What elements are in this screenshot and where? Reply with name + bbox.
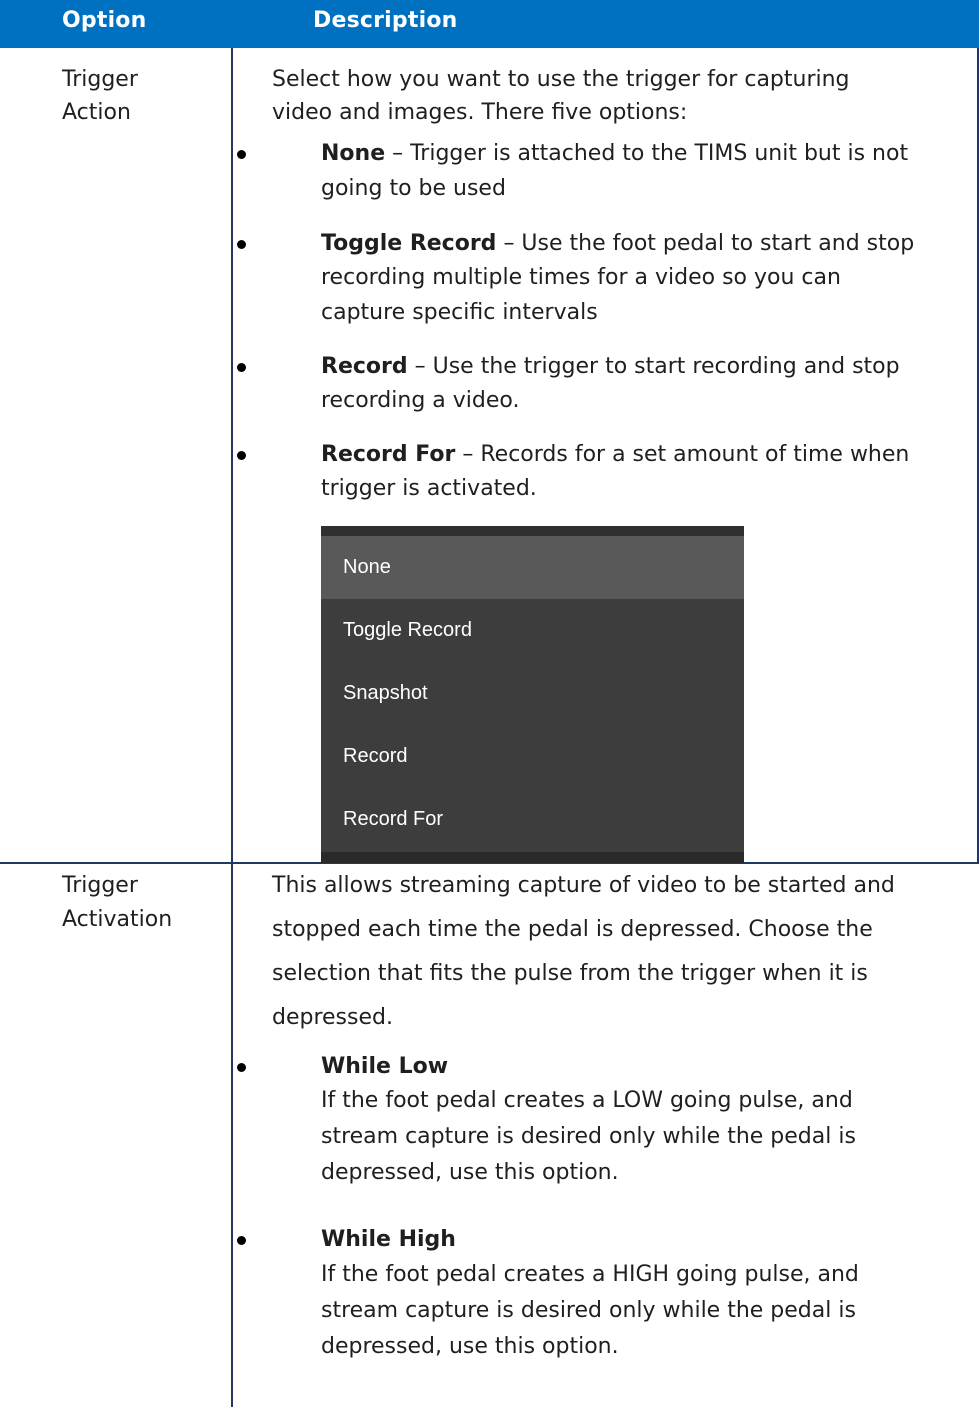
bullet-description: depressed, use this option. xyxy=(321,1160,619,1185)
menu-item-toggle-record[interactable]: Toggle Record xyxy=(321,599,744,662)
bullet-term: Record xyxy=(321,354,408,379)
option-label-line1: Trigger xyxy=(62,67,138,92)
bullet-description: depressed, use this option. xyxy=(321,1334,619,1359)
bullet-description: trigger is activated. xyxy=(321,476,537,501)
menu-item-none[interactable]: None xyxy=(321,536,744,599)
bullet-description: stream capture is desired only while the… xyxy=(321,1124,856,1149)
trigger-action-dropdown-menu: None Toggle Record Snapshot Record Recor… xyxy=(321,526,744,863)
bullet-icon xyxy=(237,451,246,460)
bullet-description: capture specific intervals xyxy=(321,300,598,325)
bullet-icon xyxy=(237,150,246,159)
bullet-term: Record For xyxy=(321,442,456,467)
bullet-description: stream capture is desired only while the… xyxy=(321,1298,856,1323)
bullet-icon xyxy=(237,1063,246,1072)
bullet-description: If the foot pedal creates a HIGH going p… xyxy=(321,1262,859,1287)
table-header: Option Description xyxy=(0,0,979,48)
menu-item-snapshot[interactable]: Snapshot xyxy=(321,662,744,725)
bullet-item-none: None – Trigger is attached to the TIMS u… xyxy=(321,138,961,170)
header-option: Option xyxy=(62,8,147,33)
description-text: selection that fits the pulse from the t… xyxy=(272,961,868,986)
menu-bottom-bar xyxy=(321,852,744,863)
bullet-description: recording multiple times for a video so … xyxy=(321,265,841,290)
bullet-term: None xyxy=(321,141,386,166)
option-label-line1: Trigger xyxy=(62,873,138,898)
description-text: This allows streaming capture of video t… xyxy=(272,873,895,898)
bullet-item-while-high: While High xyxy=(321,1224,961,1256)
bullet-item-while-low: While Low xyxy=(321,1051,961,1083)
column-divider xyxy=(231,48,233,1407)
bullet-item-record: Record – Use the trigger to start record… xyxy=(321,351,961,383)
description-text: video and images. There five options: xyxy=(272,100,688,125)
bullet-item-toggle-record: Toggle Record – Use the foot pedal to st… xyxy=(321,228,961,260)
bullet-icon xyxy=(237,240,246,249)
bullet-description: – Use the trigger to start recording and… xyxy=(414,354,900,379)
bullet-description: – Trigger is attached to the TIMS unit b… xyxy=(392,141,909,166)
bullet-term: While Low xyxy=(321,1054,449,1079)
bullet-icon xyxy=(237,363,246,372)
header-description: Description xyxy=(313,8,458,33)
bullet-description: going to be used xyxy=(321,176,506,201)
options-table: Option Description Trigger Action Select… xyxy=(0,0,979,1407)
bullet-term: While High xyxy=(321,1227,456,1252)
bullet-description: If the foot pedal creates a LOW going pu… xyxy=(321,1088,853,1113)
description-text: Select how you want to use the trigger f… xyxy=(272,67,850,92)
menu-item-record[interactable]: Record xyxy=(321,725,744,788)
bullet-description: recording a video. xyxy=(321,388,520,413)
option-label-line2: Activation xyxy=(62,907,173,932)
bullet-description: – Records for a set amount of time when xyxy=(462,442,910,467)
bullet-icon xyxy=(237,1236,246,1245)
description-text: stopped each time the pedal is depressed… xyxy=(272,917,873,942)
description-text: depressed. xyxy=(272,1005,393,1030)
option-label-line2: Action xyxy=(62,100,131,125)
bullet-item-record-for: Record For – Records for a set amount of… xyxy=(321,439,961,471)
menu-top-bar xyxy=(321,526,744,536)
menu-item-record-for[interactable]: Record For xyxy=(321,788,744,851)
bullet-description: – Use the foot pedal to start and stop xyxy=(503,231,915,256)
bullet-term: Toggle Record xyxy=(321,231,497,256)
